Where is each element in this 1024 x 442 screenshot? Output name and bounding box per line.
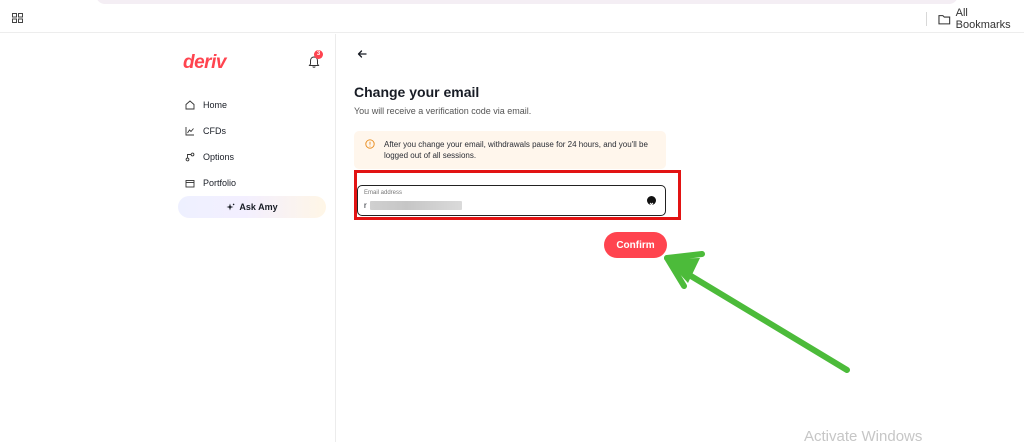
- all-bookmarks-button[interactable]: All Bookmarks: [938, 7, 1024, 31]
- address-bar[interactable]: [96, 0, 958, 4]
- sidebar-item-cfds[interactable]: CFDs: [185, 118, 236, 144]
- email-field[interactable]: Email address r: [357, 185, 666, 216]
- sidebar-item-label: Options: [203, 152, 235, 162]
- sidebar-item-options[interactable]: Options: [185, 144, 236, 170]
- page-title: Change your email: [354, 84, 480, 100]
- sidebar: deriv 3 Home CFDs Options Portfolio Ask …: [0, 34, 336, 442]
- portfolio-icon: [185, 180, 195, 188]
- email-field-label: Email address: [364, 190, 403, 196]
- notice-text: After you change your email, withdrawals…: [384, 140, 648, 160]
- windows-watermark: Activate Windows: [804, 428, 923, 442]
- redacted-email: [370, 201, 462, 210]
- options-icon: [185, 152, 195, 162]
- sidebar-item-home[interactable]: Home: [185, 92, 236, 118]
- browser-toolbar: All Bookmarks: [0, 0, 1024, 33]
- sparkle-icon: [226, 203, 235, 210]
- sidebar-item-label: Home: [203, 100, 228, 110]
- sidebar-item-portfolio[interactable]: Portfolio: [185, 170, 236, 196]
- home-icon: [185, 100, 195, 110]
- email-field-value: r: [364, 201, 367, 210]
- deriv-logo[interactable]: deriv: [183, 52, 226, 74]
- toolbar-divider: [926, 12, 927, 26]
- warning-notice: After you change your email, withdrawals…: [354, 131, 666, 169]
- chart-icon: [185, 127, 194, 136]
- folder-icon: [938, 14, 951, 24]
- page-subtitle: You will receive a verification code via…: [354, 106, 532, 116]
- main-content: Change your email You will receive a ver…: [336, 34, 1024, 442]
- sidebar-item-label: CFDs: [203, 126, 226, 136]
- all-bookmarks-label: All Bookmarks: [955, 7, 1011, 31]
- confirm-button[interactable]: Confirm: [604, 232, 667, 258]
- ask-amy-label: Ask Amy: [239, 202, 278, 212]
- ask-amy-button[interactable]: Ask Amy: [178, 196, 326, 218]
- clear-input-icon[interactable]: [647, 196, 656, 207]
- sidebar-item-label: Portfolio: [203, 178, 237, 188]
- back-arrow-icon[interactable]: [355, 47, 369, 61]
- info-icon: [365, 139, 375, 149]
- page: All Bookmarks deriv 3 Home CFDs Options …: [0, 0, 1024, 442]
- notification-badge: 3: [314, 50, 323, 59]
- apps-grid-icon[interactable]: [12, 13, 23, 23]
- sidebar-nav: Home CFDs Options Portfolio: [185, 92, 236, 196]
